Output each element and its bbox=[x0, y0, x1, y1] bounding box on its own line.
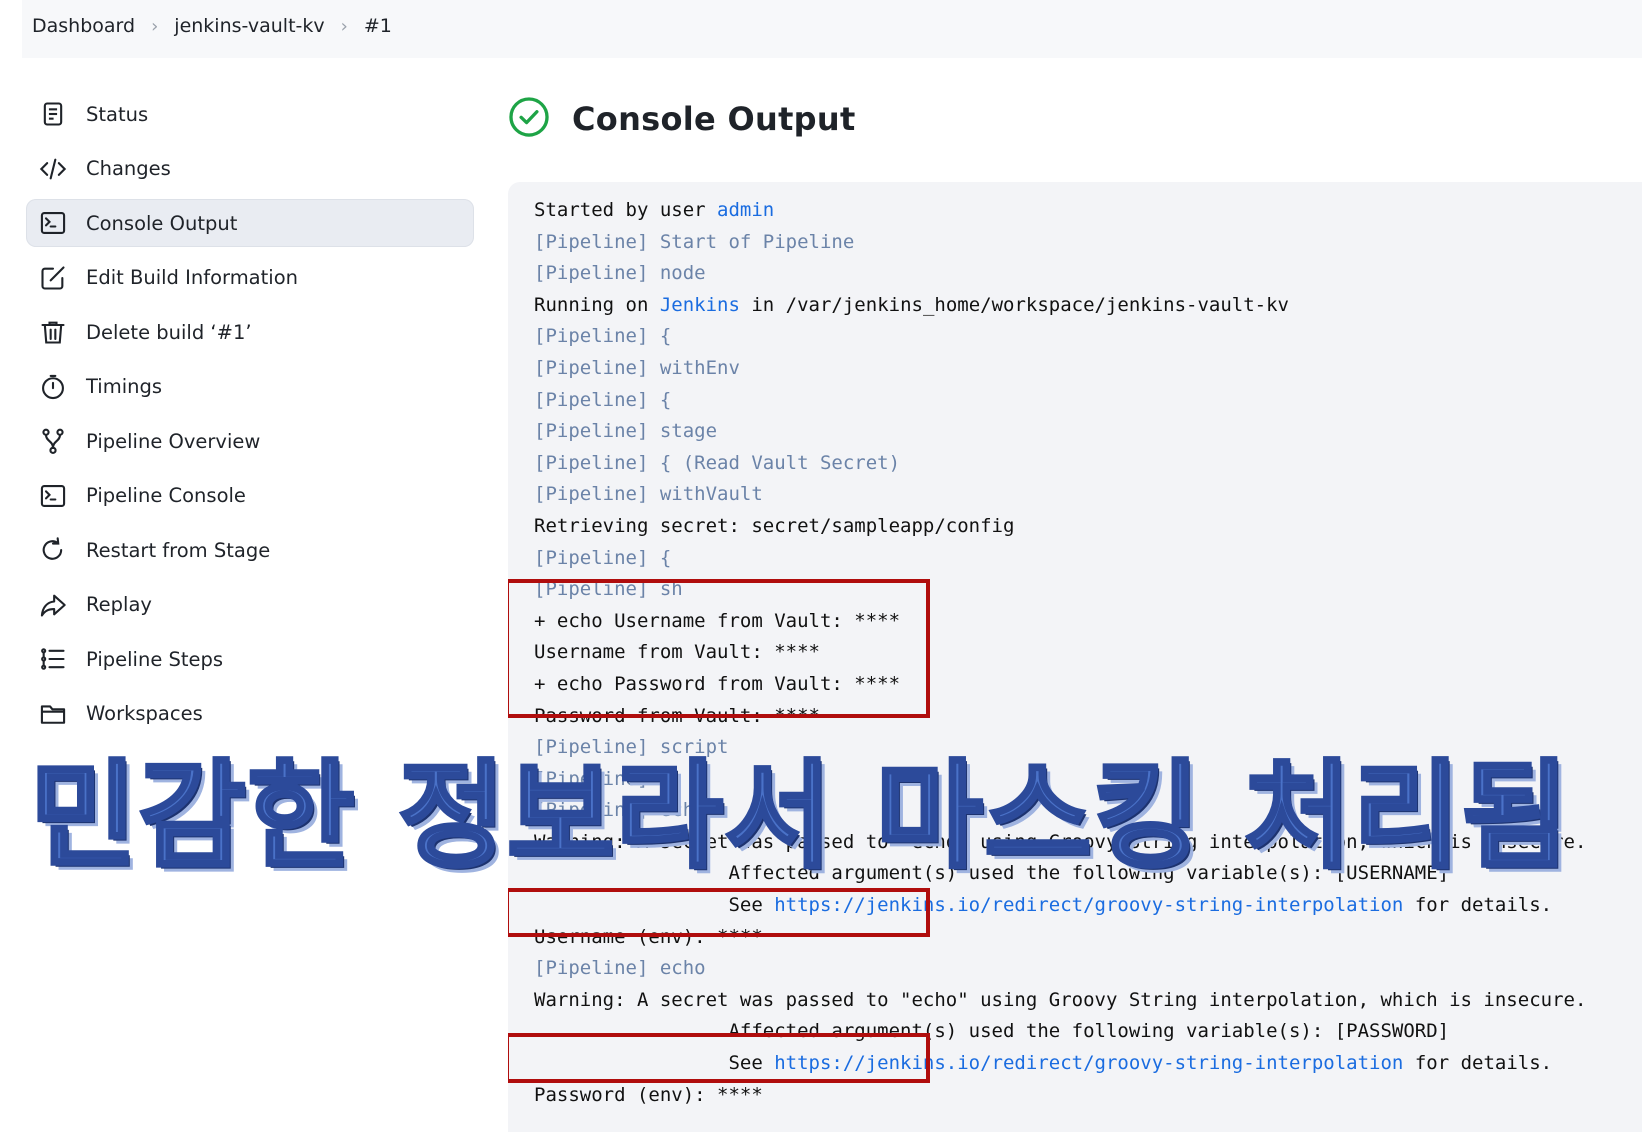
sidebar-item-label: Replay bbox=[86, 593, 152, 616]
breadcrumb-job[interactable]: jenkins-vault-kv bbox=[174, 15, 324, 37]
page-title: Console Output bbox=[572, 100, 856, 138]
console-line-text: [Pipeline] stage bbox=[534, 420, 718, 443]
sidebar-item-label: Restart from Stage bbox=[86, 538, 271, 562]
console-line: [Pipeline] withEnv bbox=[534, 353, 1586, 385]
console-line-text: [Pipeline] { bbox=[534, 325, 672, 348]
branch-icon bbox=[38, 426, 68, 456]
sidebar-item-label: Pipeline Overview bbox=[86, 429, 261, 453]
sidebar-item-pipeline-console[interactable]: Pipeline Console bbox=[26, 472, 474, 520]
trash-icon bbox=[38, 317, 68, 347]
console-line: [Pipeline] { bbox=[534, 543, 1586, 575]
sidebar-item-timings[interactable]: Timings bbox=[26, 363, 474, 411]
console-line: Warning: A secret was passed to "echo" u… bbox=[534, 985, 1586, 1017]
console-line: [Pipeline] node bbox=[534, 258, 1586, 290]
highlight-box-username-env bbox=[508, 888, 930, 937]
replay-icon bbox=[38, 590, 68, 620]
timer-icon bbox=[38, 372, 68, 402]
highlight-box-vault-output bbox=[508, 579, 930, 718]
terminal-icon bbox=[38, 481, 68, 511]
console-line: Retrieving secret: secret/sampleapp/conf… bbox=[534, 511, 1586, 543]
console-line-text: [Pipeline] { bbox=[534, 388, 672, 411]
console-line: [Pipeline] { bbox=[534, 385, 1586, 417]
status-icon bbox=[38, 99, 68, 129]
terminal-icon bbox=[38, 208, 68, 238]
list-icon bbox=[38, 644, 68, 674]
console-line: Running on Jenkins in /var/jenkins_home/… bbox=[534, 290, 1586, 322]
highlight-box-password-env bbox=[508, 1033, 930, 1083]
sidebar-item-label: Status bbox=[86, 102, 149, 126]
sidebar-item-edit-build-information[interactable]: Edit Build Information bbox=[26, 254, 474, 302]
sidebar-item-label: Timings bbox=[86, 375, 163, 398]
sidebar-item-pipeline-steps[interactable]: Pipeline Steps bbox=[26, 635, 474, 683]
chevron-right-icon: › bbox=[151, 15, 159, 37]
edit-icon bbox=[38, 263, 68, 293]
console-line-text: for details. bbox=[1403, 1052, 1553, 1075]
sidebar-item-status[interactable]: Status bbox=[26, 90, 474, 138]
sidebar-item-label: Delete build ‘#1’ bbox=[86, 320, 252, 344]
sidebar-item-label: Changes bbox=[86, 157, 171, 180]
success-check-icon bbox=[508, 96, 550, 142]
chevron-right-icon: › bbox=[340, 15, 348, 37]
sidebar-item-label: Pipeline Steps bbox=[86, 647, 224, 671]
sidebar-item-console-output[interactable]: Console Output bbox=[26, 199, 474, 247]
console-line: Started by user admin bbox=[534, 195, 1586, 227]
console-line-text: Started by user bbox=[534, 199, 718, 221]
console-line-text: [Pipeline] withEnv bbox=[534, 356, 740, 379]
breadcrumb-dashboard[interactable]: Dashboard bbox=[32, 15, 135, 37]
console-line-text: [Pipeline] Start of Pipeline bbox=[534, 230, 855, 253]
console-line: Password (env): **** bbox=[534, 1080, 1586, 1112]
console-output-panel: Started by user admin [Pipeline] Start of… bbox=[508, 182, 1642, 1132]
sidebar-item-changes[interactable]: Changes bbox=[26, 145, 474, 193]
console-line-text: Retrieving secret: secret/sampleapp/conf… bbox=[534, 514, 1015, 537]
sidebar-item-label: Edit Build Information bbox=[86, 266, 298, 289]
overlay-caption: 민감한 정보라서 마스킹 처리됨 bbox=[28, 747, 1571, 886]
restart-icon bbox=[38, 535, 68, 565]
console-link[interactable]: Jenkins bbox=[660, 294, 740, 316]
console-line: [Pipeline] { bbox=[534, 321, 1586, 353]
sidebar-item-replay[interactable]: Replay bbox=[26, 581, 474, 629]
console-line-text: [Pipeline] withVault bbox=[534, 483, 763, 506]
sidebar-item-delete-build[interactable]: Delete build ‘#1’ bbox=[26, 308, 474, 356]
code-icon bbox=[38, 154, 68, 184]
console-line-text: Warning: A secret was passed to "echo" u… bbox=[534, 988, 1587, 1011]
sidebar-item-label: Console Output bbox=[86, 211, 238, 235]
sidebar-item-restart-from-stage[interactable]: Restart from Stage bbox=[26, 526, 474, 574]
sidebar-item-pipeline-overview[interactable]: Pipeline Overview bbox=[26, 417, 474, 465]
console-line-text: in /var/jenkins_home/workspace/jenkins-v… bbox=[739, 293, 1289, 316]
console-line-text: [Pipeline] node bbox=[534, 262, 706, 285]
console-line: [Pipeline] { (Read Vault Secret) bbox=[534, 448, 1586, 480]
console-line-text: for details. bbox=[1403, 894, 1553, 917]
breadcrumb-build[interactable]: #1 bbox=[364, 15, 392, 37]
breadcrumb: Dashboard › jenkins-vault-kv › #1 bbox=[32, 15, 392, 37]
sidebar-item-label: Pipeline Console bbox=[86, 484, 246, 507]
console-line: [Pipeline] withVault bbox=[534, 479, 1586, 511]
breadcrumb-bar: Dashboard › jenkins-vault-kv › #1 bbox=[22, 0, 1642, 58]
console-line-text: [Pipeline] echo bbox=[534, 957, 706, 980]
console-line: [Pipeline] Start of Pipeline bbox=[534, 227, 1586, 259]
console-line-text: [Pipeline] { bbox=[534, 546, 672, 569]
console-line: [Pipeline] echo bbox=[534, 953, 1586, 985]
page-header: Console Output bbox=[508, 96, 856, 142]
sidebar: Status Changes Console Output Edit Build… bbox=[26, 90, 474, 744]
console-line: [Pipeline] stage bbox=[534, 416, 1586, 448]
console-line-text: Password (env): **** bbox=[534, 1083, 763, 1106]
console-link[interactable]: admin bbox=[717, 199, 774, 221]
console-line-text: Running on bbox=[534, 293, 660, 316]
console-line-text: [Pipeline] { (Read Vault Secret) bbox=[534, 451, 901, 474]
